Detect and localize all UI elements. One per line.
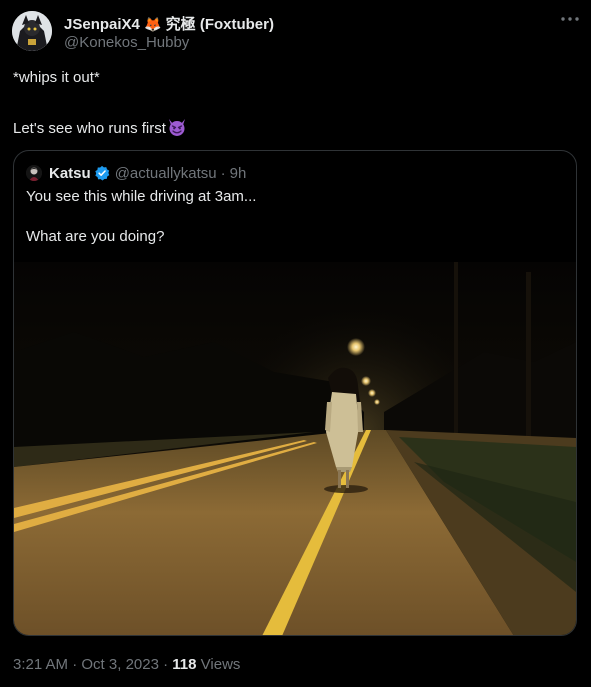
post-line-1: *whips it out* (13, 69, 100, 86)
author-handle[interactable]: @Konekos_Hubby (64, 34, 189, 51)
quoted-author-avatar[interactable] (26, 165, 42, 181)
quoted-timestamp[interactable]: 9h (230, 165, 247, 182)
views-count: 118 (172, 656, 197, 673)
author-name-suffix: 究極 (Foxtuber) (165, 16, 274, 33)
author-name-text: JSenpaiX4 (64, 16, 140, 33)
night-road-ghost-photo (14, 262, 576, 635)
quoted-line-2: What are you doing? (26, 228, 165, 245)
avatar-image (12, 11, 52, 51)
post-line-2: Let's see who runs first (13, 117, 187, 139)
post-footer: 3:21 AM · Oct 3, 2023 · 118 Views (13, 656, 240, 673)
fox-emoji: 🦊 (144, 16, 162, 32)
author-avatar[interactable] (12, 11, 52, 51)
quoted-author-handle[interactable]: @actuallykatsu (115, 165, 217, 182)
post-time[interactable]: 3:21 AM (13, 656, 68, 673)
post-text: *whips it out* Let's see who runs first (13, 68, 187, 139)
quoted-author-name[interactable]: Katsu (49, 165, 91, 182)
more-horizontal-icon[interactable] (556, 12, 584, 32)
footer-separator: · (72, 656, 78, 673)
views-label: Views (200, 656, 241, 673)
verified-badge-icon (94, 165, 109, 181)
quoted-line-1: You see this while driving at 3am... (26, 188, 257, 205)
author-display-name[interactable]: JSenpaiX4 🦊 究極 (Foxtuber) (64, 13, 274, 34)
quoted-avatar-image (26, 165, 42, 181)
quoted-post-image[interactable] (14, 262, 576, 635)
quoted-separator: · (220, 164, 226, 182)
footer-separator-2: · (163, 656, 169, 673)
post-date[interactable]: Oct 3, 2023 (81, 656, 159, 673)
post-line-2-text: Let's see who runs first (13, 120, 166, 137)
smiling-devil-icon (168, 119, 185, 136)
quoted-post-header: Katsu @actuallykatsu · 9h (26, 164, 246, 182)
quoted-post-text: You see this while driving at 3am... Wha… (26, 187, 256, 247)
quoted-post[interactable]: Katsu @actuallykatsu · 9h You see this w… (13, 150, 577, 636)
